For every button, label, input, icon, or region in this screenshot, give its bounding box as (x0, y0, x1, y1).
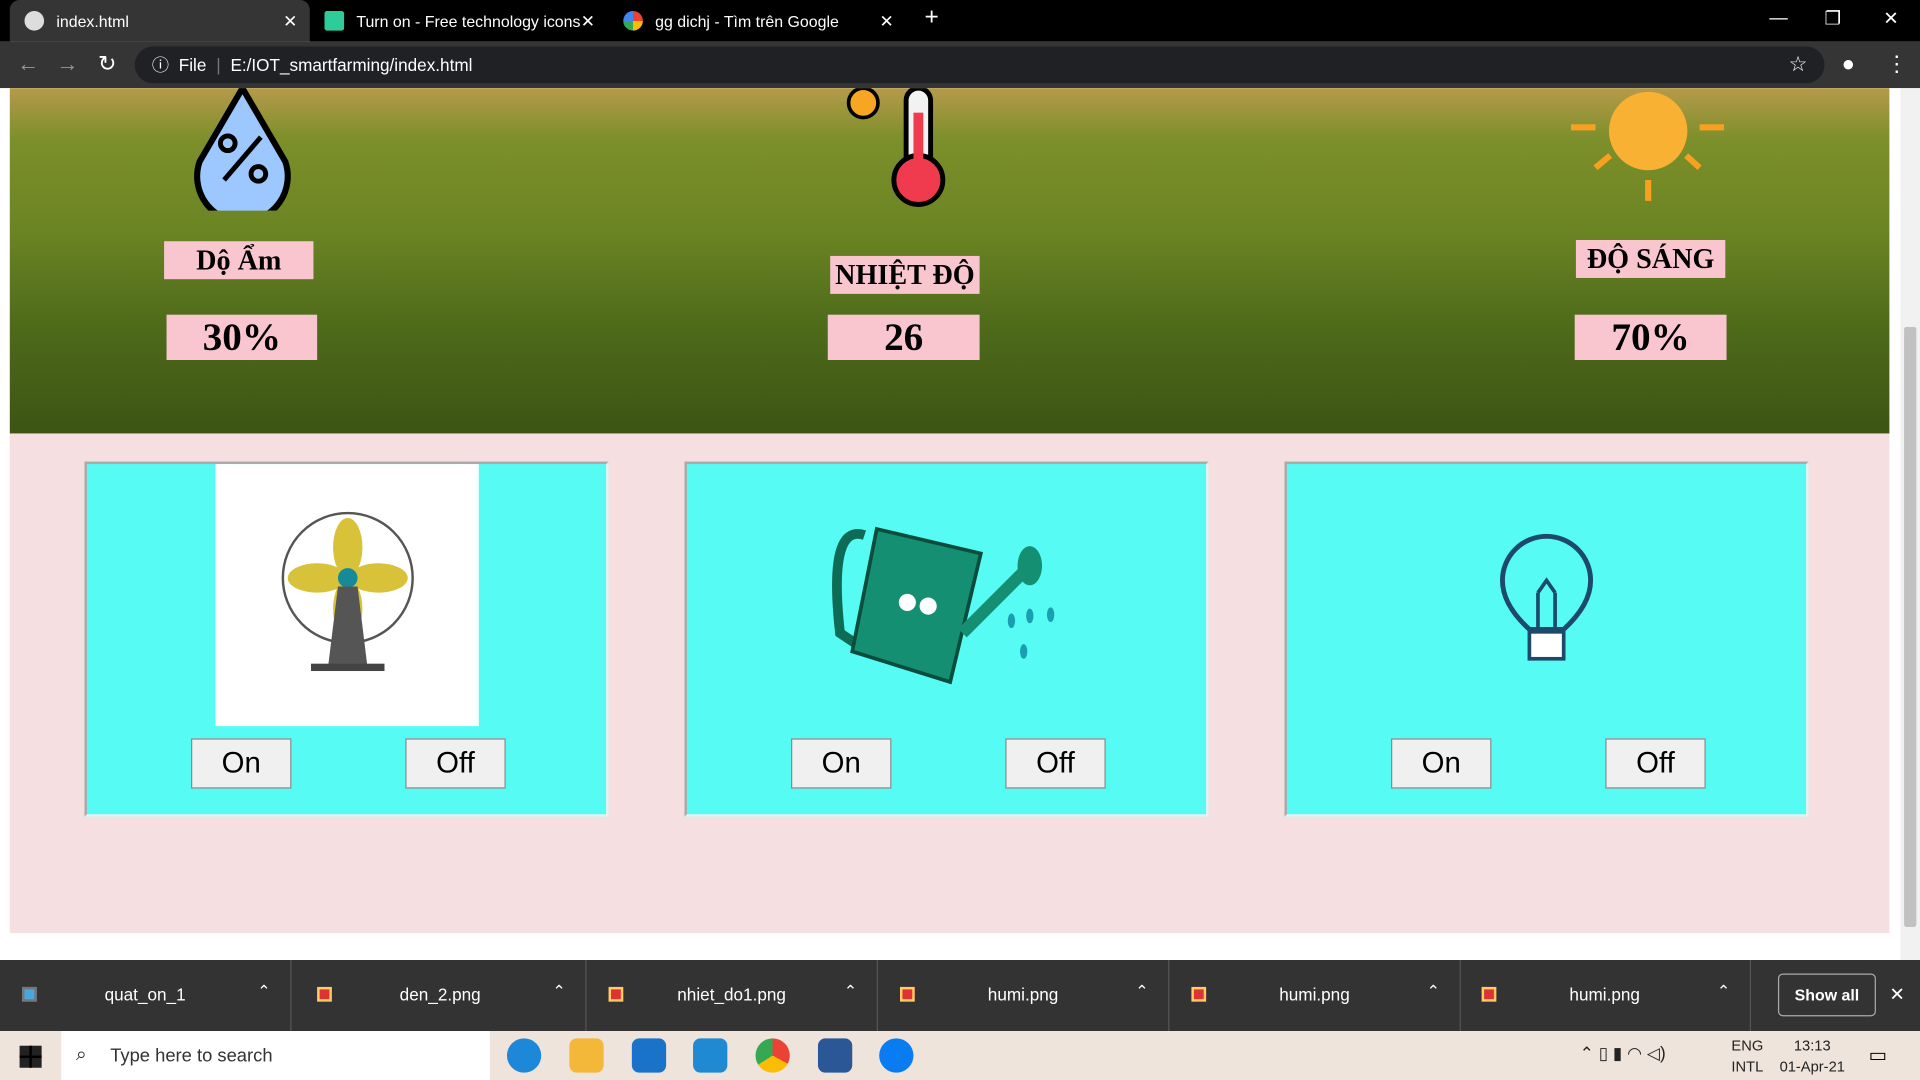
forward-icon[interactable]: → (56, 51, 78, 77)
download-name: humi.png (1569, 984, 1640, 1005)
flaticon-icon (324, 11, 345, 31)
clock-time: 13:13 (1793, 1037, 1831, 1055)
scrollbar[interactable] (1900, 88, 1920, 961)
lang-secondary: INTL (1731, 1057, 1764, 1076)
zalo-icon[interactable] (879, 1038, 914, 1073)
fan-on-button[interactable]: On (191, 738, 292, 789)
sun-icon (1571, 91, 1725, 201)
reload-icon[interactable]: ↻ (98, 51, 116, 77)
chevron-up-icon[interactable]: ⌃ (552, 982, 565, 1002)
thermometer-icon (846, 88, 946, 207)
farm-banner: Dộ Ẩm 30% NHIỆT ĐỘ 26 ĐỘ SÁNG 70% (9, 88, 1890, 434)
download-item[interactable]: humi.png ⌃ (1169, 960, 1461, 1032)
download-name: nhiet_do1.png (677, 984, 786, 1005)
watering-on-button[interactable]: On (791, 738, 892, 789)
close-icon[interactable]: ✕ (283, 10, 297, 31)
tab-title: gg dichj - Tìm trên Google (655, 11, 839, 31)
close-icon[interactable]: ✕ (880, 10, 894, 31)
word-icon[interactable] (817, 1038, 853, 1073)
fan-image (215, 464, 479, 727)
scrollbar-thumb[interactable] (1904, 326, 1917, 927)
tab-google[interactable]: gg dichj - Tìm trên Google ✕ (609, 0, 907, 42)
light-bulb-icon (1500, 533, 1594, 661)
url-input[interactable]: ⓘ File | E:/IOT_smartfarming/index.html ☆ (134, 46, 1825, 84)
watering-off-button[interactable]: Off (1005, 738, 1106, 789)
light-card: On Off (1284, 461, 1809, 817)
chevron-up-icon[interactable]: ⌃ (1135, 982, 1148, 1002)
humidity-label: Dộ Ẩm (164, 241, 314, 280)
tab-title: index.html (56, 11, 129, 31)
download-item[interactable]: nhiet_do1.png ⌃ (587, 960, 878, 1032)
address-bar: ← → ↻ ⓘ File | E:/IOT_smartfarming/index.ht… (0, 41, 1920, 89)
star-icon[interactable]: ☆ (1789, 53, 1808, 77)
page-content: Dộ Ẩm 30% NHIỆT ĐỘ 26 ĐỘ SÁNG 70% On Off… (0, 88, 1901, 961)
downloads-bar: quat_on_1 ⌃ den_2.png ⌃ nhiet_do1.png ⌃ hum… (0, 960, 1920, 1032)
search-icon: ⌕ (75, 1044, 87, 1066)
mail-icon[interactable] (631, 1038, 667, 1073)
url-text: E:/IOT_smartfarming/index.html (230, 55, 473, 75)
globe-icon (24, 11, 45, 31)
language-indicator[interactable]: ENG INTL (1731, 1036, 1763, 1078)
menu-icon[interactable]: ⋮ (1886, 51, 1908, 77)
url-scheme: File (178, 55, 207, 75)
info-icon: ⓘ (151, 55, 169, 75)
taskbar-search-input[interactable]: ⌕ Type here to search (61, 1031, 490, 1080)
tab-title: Turn on - Free technology icons (356, 11, 581, 31)
light-on-button[interactable]: On (1391, 738, 1492, 789)
download-item[interactable]: humi.png ⌃ (1460, 960, 1752, 1032)
notification-icon[interactable]: ▭ (1869, 1043, 1888, 1067)
close-icon[interactable]: ✕ (581, 10, 595, 31)
minimize-button[interactable]: — (1769, 7, 1787, 28)
close-window-button[interactable]: ✕ (1883, 7, 1898, 30)
light-value: 70% (1574, 314, 1727, 361)
clock-date: 01-Apr-21 (1779, 1057, 1845, 1076)
temperature-value: 26 (827, 314, 980, 361)
fan-off-button[interactable]: Off (405, 738, 506, 789)
download-name: den_2.png (399, 984, 481, 1005)
download-item[interactable]: quat_on_1 ⌃ (0, 960, 292, 1032)
file-explorer-icon[interactable] (569, 1038, 604, 1073)
download-name: humi.png (987, 984, 1059, 1005)
device-panel: On Off On Off On Off (9, 433, 1890, 934)
show-all-button[interactable]: Show all (1777, 973, 1876, 1017)
download-name: humi.png (1279, 984, 1350, 1005)
chevron-up-icon[interactable]: ⌃ (1717, 982, 1730, 1002)
search-placeholder: Type here to search (110, 1045, 273, 1066)
google-icon (623, 11, 643, 31)
lang-primary: ENG (1731, 1037, 1764, 1055)
chevron-up-icon[interactable]: ⌃ (257, 982, 270, 1002)
light-label: ĐỘ SÁNG (1575, 240, 1726, 278)
watering-can-icon (832, 526, 1055, 685)
download-item[interactable]: den_2.png ⌃ (295, 960, 587, 1032)
tab-bar: index.html ✕ Turn on - Free technology ic… (0, 0, 1920, 42)
temperature-label: NHIỆT ĐỘ (830, 255, 980, 294)
humidity-icon (194, 88, 291, 211)
vscode-icon[interactable] (693, 1038, 728, 1073)
close-downloads-icon[interactable]: ✕ (1889, 983, 1904, 1005)
edge-icon[interactable] (506, 1038, 542, 1073)
humidity-value: 30% (166, 314, 318, 361)
watering-card: On Off (684, 461, 1209, 817)
new-tab-button[interactable]: + (924, 4, 938, 32)
download-name: quat_on_1 (104, 984, 186, 1005)
windows-start-icon[interactable] (19, 1045, 42, 1068)
restore-button[interactable]: ❐ (1824, 7, 1840, 30)
light-off-button[interactable]: Off (1605, 738, 1706, 789)
chevron-up-icon[interactable]: ⌃ (1427, 982, 1440, 1002)
download-item[interactable]: humi.png ⌃ (878, 960, 1170, 1032)
chevron-up-icon[interactable]: ⌃ (844, 982, 857, 1002)
taskbar: ⌕ Type here to search ⌃ ▯ ▮ ◠ ◁) ENG INTL … (0, 1031, 1920, 1080)
profile-icon[interactable]: ● (1842, 51, 1855, 77)
fan-card: On Off (84, 461, 609, 817)
fan-icon (281, 511, 414, 672)
chrome-icon[interactable] (755, 1038, 790, 1073)
system-tray-icons[interactable]: ⌃ ▯ ▮ ◠ ◁) (1580, 1043, 1666, 1064)
tab-index[interactable]: index.html ✕ (9, 0, 310, 42)
clock[interactable]: 13:13 01-Apr-21 (1776, 1036, 1849, 1078)
tab-flaticon[interactable]: Turn on - Free technology icons ✕ (310, 0, 608, 42)
back-icon[interactable]: ← (17, 51, 39, 77)
